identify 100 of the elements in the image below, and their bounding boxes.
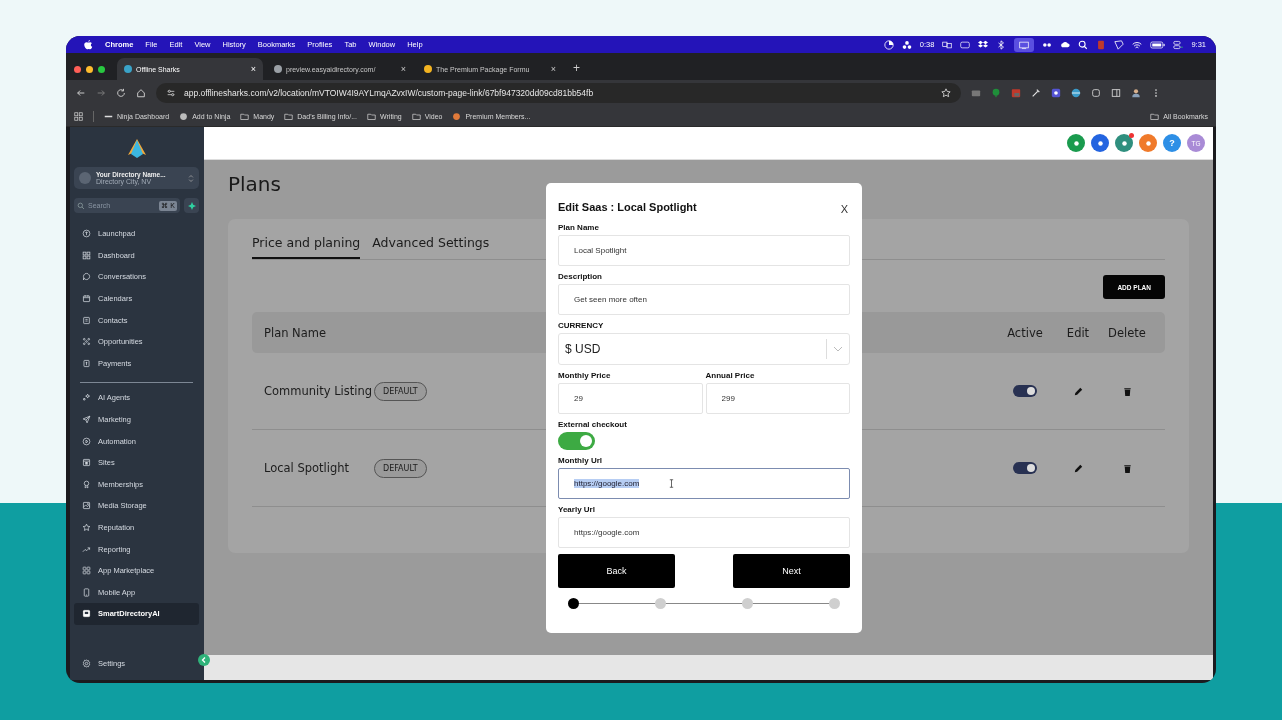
apps-grid-icon[interactable] — [74, 111, 83, 121]
chevron-icon — [833, 346, 843, 352]
browser-icon — [82, 458, 91, 468]
text-cursor-icon — [669, 479, 675, 488]
puzzle-icon[interactable] — [1091, 88, 1101, 98]
chevron-icon — [188, 173, 194, 183]
field-label: Monthly Price — [558, 371, 612, 380]
reload-icon[interactable] — [116, 88, 126, 98]
cloud-icon[interactable] — [1060, 39, 1071, 50]
account-avatar-icon — [79, 172, 91, 184]
collapse-icon[interactable] — [198, 654, 210, 666]
field-label: Description — [558, 272, 603, 281]
url-text: app.offlinesharks.com/v2/location/mVTOIW4I9AYLmqAZvxIW/custom-page-link/67bf947320dd09cd81bb54fb — [184, 88, 595, 98]
folder-icon — [411, 111, 421, 121]
field-label: Plan Name — [558, 223, 600, 232]
home-icon[interactable] — [136, 88, 146, 98]
grid-icon — [82, 250, 91, 260]
settings-icon — [82, 658, 91, 668]
pencil-icon[interactable] — [1072, 462, 1084, 474]
circle-arrow-icon — [82, 229, 91, 239]
plan-name: Community Listing — [264, 382, 374, 400]
folder-icon — [367, 111, 376, 121]
trash-icon[interactable] — [1121, 462, 1133, 474]
eyedropper-icon[interactable] — [1031, 88, 1041, 98]
display-icon[interactable] — [960, 39, 971, 50]
address-bar[interactable]: app.offlinesharks.com/v2/location/mVTOIW4I9AYLmqAZvxIW/custom-page-link/67bf947320dd09cd81bb54fb — [156, 83, 961, 103]
folder-icon — [284, 111, 294, 121]
nodes-icon — [82, 337, 91, 347]
field-label: Yearly Url — [558, 505, 596, 514]
column-header: Delete — [1107, 325, 1147, 340]
pie-icon[interactable] — [883, 39, 894, 50]
close-window-icon[interactable] — [74, 65, 81, 73]
plan-name-field[interactable]: Local Spotlight — [558, 235, 850, 266]
search-icon[interactable] — [1078, 39, 1089, 50]
field-label: External checkout — [558, 420, 628, 429]
next-button[interactable]: Next — [733, 554, 850, 588]
pencil-icon[interactable] — [1072, 385, 1084, 397]
close-button[interactable]: X — [838, 201, 850, 217]
plan-name: Local Spotlight — [264, 459, 351, 477]
description-field[interactable]: Get seen more often — [558, 284, 850, 315]
app-tile-icon — [82, 609, 91, 619]
side-panel-icon[interactable] — [1111, 88, 1121, 98]
battery-icon[interactable] — [1150, 39, 1166, 50]
box-icon[interactable] — [978, 39, 989, 50]
control-center-icon[interactable] — [1173, 39, 1184, 50]
quick-action-button[interactable] — [184, 198, 199, 213]
currency-dropdown[interactable]: $ USD — [558, 333, 850, 365]
chat-bubble-icon — [82, 272, 91, 282]
yearly-url-field[interactable]: https://google.com — [558, 517, 850, 548]
trash-icon[interactable] — [1121, 385, 1133, 397]
calendar-icon — [82, 294, 91, 304]
active-toggle[interactable] — [1013, 462, 1037, 474]
wifi-icon[interactable] — [1132, 39, 1143, 50]
trend-icon — [82, 544, 91, 554]
default-badge: DEFAULT — [374, 458, 427, 478]
app-icon — [452, 111, 462, 121]
folder-icon — [1150, 111, 1160, 121]
site-icon — [124, 65, 132, 73]
tree-icon[interactable] — [991, 88, 1001, 98]
page-title: Plans — [228, 172, 282, 196]
receipt-icon — [82, 358, 91, 368]
monthly-price-field[interactable]: 29 — [558, 383, 703, 414]
windows-icon[interactable] — [942, 39, 953, 50]
image-icon — [82, 501, 91, 511]
globe-icon — [179, 111, 189, 121]
default-badge: DEFAULT — [374, 381, 427, 401]
site-icon — [274, 65, 282, 73]
apple-icon[interactable] — [84, 39, 93, 50]
play-circle-icon — [82, 436, 91, 446]
minimize-window-icon[interactable] — [86, 65, 93, 73]
gear-icon[interactable] — [1051, 88, 1061, 98]
site-settings-icon[interactable] — [166, 88, 176, 98]
star-icon[interactable] — [941, 88, 951, 98]
globe-icon[interactable] — [1071, 88, 1081, 98]
annual-price-field[interactable]: 299 — [705, 383, 850, 414]
column-header: Plan Name — [264, 325, 328, 340]
dots-icon[interactable] — [901, 39, 912, 50]
field-label: CURRENCY — [558, 321, 605, 330]
maximize-window-icon[interactable] — [98, 65, 105, 73]
external-checkout-toggle[interactable] — [558, 432, 595, 450]
profile-avatar-icon[interactable] — [1131, 88, 1141, 98]
active-toggle[interactable] — [1013, 385, 1037, 397]
back-icon[interactable] — [76, 88, 86, 98]
contact-card-icon — [82, 315, 91, 325]
monthly-url-field[interactable]: https://google.com — [558, 468, 850, 499]
site-icon — [424, 65, 432, 73]
grid-icon — [82, 566, 91, 576]
bluetooth-icon[interactable] — [996, 39, 1007, 50]
column-header: Edit — [1065, 325, 1091, 340]
column-header: Active — [1006, 325, 1044, 340]
page-tab[interactable]: Price and planing — [252, 235, 361, 259]
screen-icon[interactable] — [1014, 37, 1035, 52]
back-button[interactable]: Back — [558, 554, 675, 588]
star-icon — [82, 523, 91, 532]
camera-icon[interactable] — [971, 88, 981, 98]
field-label: Annual Price — [705, 371, 756, 380]
new-tab-button[interactable]: + — [567, 58, 586, 80]
send-icon — [82, 415, 91, 425]
folder-icon — [240, 111, 250, 121]
page-tab[interactable]: Advanced Settings — [372, 235, 490, 259]
